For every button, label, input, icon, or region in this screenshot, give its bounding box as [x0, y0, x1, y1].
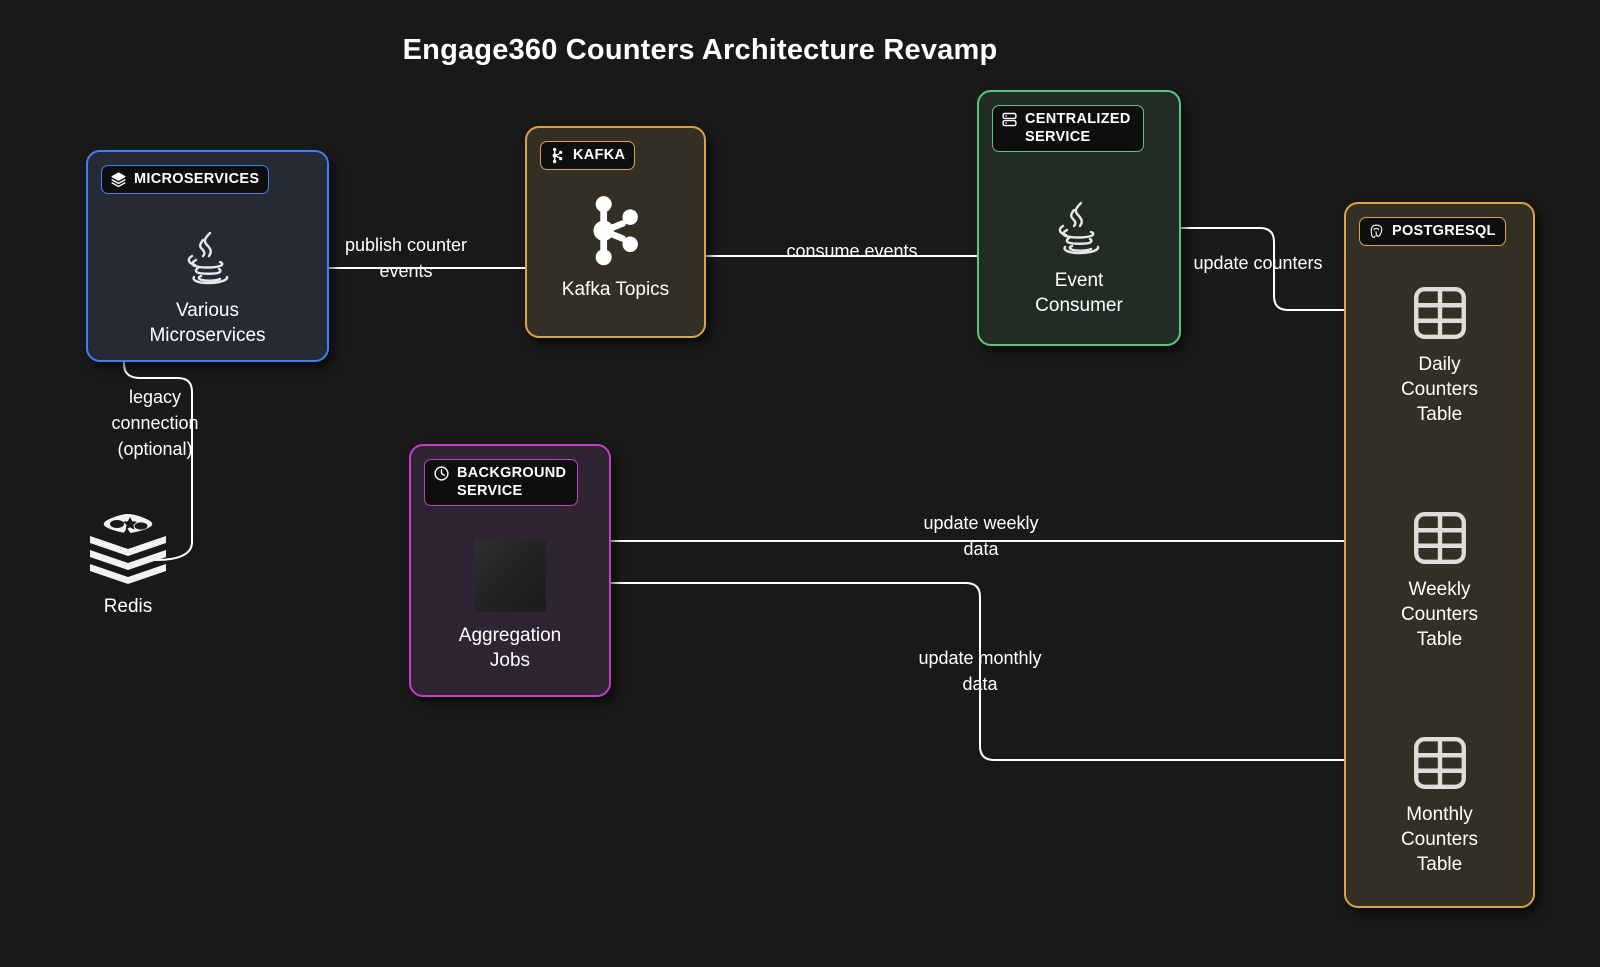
badge-postgresql-label: POSTGRESQL — [1392, 223, 1496, 239]
badge-kafka: KAFKA — [540, 141, 636, 170]
badge-microservices: MICROSERVICES — [101, 165, 270, 194]
kafka-icon — [552, 147, 563, 164]
node-redis[interactable]: Redis — [82, 510, 174, 619]
edge-label-update-weekly-data: update weekly data — [923, 513, 1039, 559]
postgresql-elephant-icon — [1370, 224, 1383, 238]
badge-kafka-label: KAFKA — [573, 147, 626, 163]
kafka-icon — [592, 196, 638, 266]
node-background-service[interactable]: BACKGROUND SERVICE Aggregation Jobs — [409, 444, 611, 697]
broken-image-placeholder-icon — [474, 540, 546, 612]
edge-label-legacy-connection: legacy connection (optional) — [111, 387, 199, 459]
diagram-title: Engage360 Counters Architecture Revamp — [402, 34, 998, 66]
node-kafka[interactable]: KAFKA Kafka Topics — [525, 126, 706, 338]
java-icon — [187, 231, 228, 285]
table-icon — [1413, 737, 1466, 789]
node-kafka-label: Kafka Topics — [561, 279, 670, 300]
node-microservices[interactable]: MICROSERVICES Various Microservices — [86, 150, 329, 362]
table-icon — [1413, 512, 1466, 564]
badge-microservices-label: MICROSERVICES — [134, 171, 260, 187]
edge-label-publish-counter-events: publish counter events — [344, 235, 468, 281]
node-microservices-label: Various Microservices — [149, 300, 266, 346]
badge-background-service: BACKGROUND SERVICE — [424, 459, 578, 506]
table-icon — [1413, 287, 1466, 339]
java-icon — [1058, 201, 1100, 255]
node-postgresql[interactable]: POSTGRESQL Daily Counters Table Weekly C… — [1344, 202, 1535, 908]
edge-label-consume-events: consume events — [786, 241, 918, 261]
badge-background-service-label: BACKGROUND SERVICE — [457, 465, 567, 499]
badge-postgresql: POSTGRESQL — [1359, 217, 1506, 246]
pg-table-weekly[interactable]: Weekly Counters Table — [1346, 507, 1533, 652]
pg-table-monthly-label: Monthly Counters Table — [1400, 804, 1479, 875]
badge-centralized-service: CENTRALIZED SERVICE — [992, 105, 1144, 152]
badge-centralized-service-label: CENTRALIZED SERVICE — [1025, 111, 1131, 145]
redis-icon — [90, 514, 166, 584]
clock-icon — [434, 466, 449, 481]
pg-table-monthly[interactable]: Monthly Counters Table — [1346, 732, 1533, 877]
node-centralized-service[interactable]: CENTRALIZED SERVICE Event Consumer — [977, 90, 1181, 346]
pg-table-daily[interactable]: Daily Counters Table — [1346, 282, 1533, 427]
node-background-service-label: Aggregation Jobs — [458, 625, 562, 671]
node-centralized-service-label: Event Consumer — [1035, 270, 1123, 316]
pg-table-weekly-label: Weekly Counters Table — [1400, 579, 1479, 650]
edge-label-update-counters: update counters — [1193, 253, 1323, 273]
edge-label-update-monthly-data: update monthly data — [918, 648, 1042, 694]
pg-table-daily-label: Daily Counters Table — [1400, 354, 1479, 425]
server-icon — [1002, 112, 1017, 127]
node-redis-label: Redis — [103, 596, 153, 617]
layers-icon — [111, 172, 126, 188]
